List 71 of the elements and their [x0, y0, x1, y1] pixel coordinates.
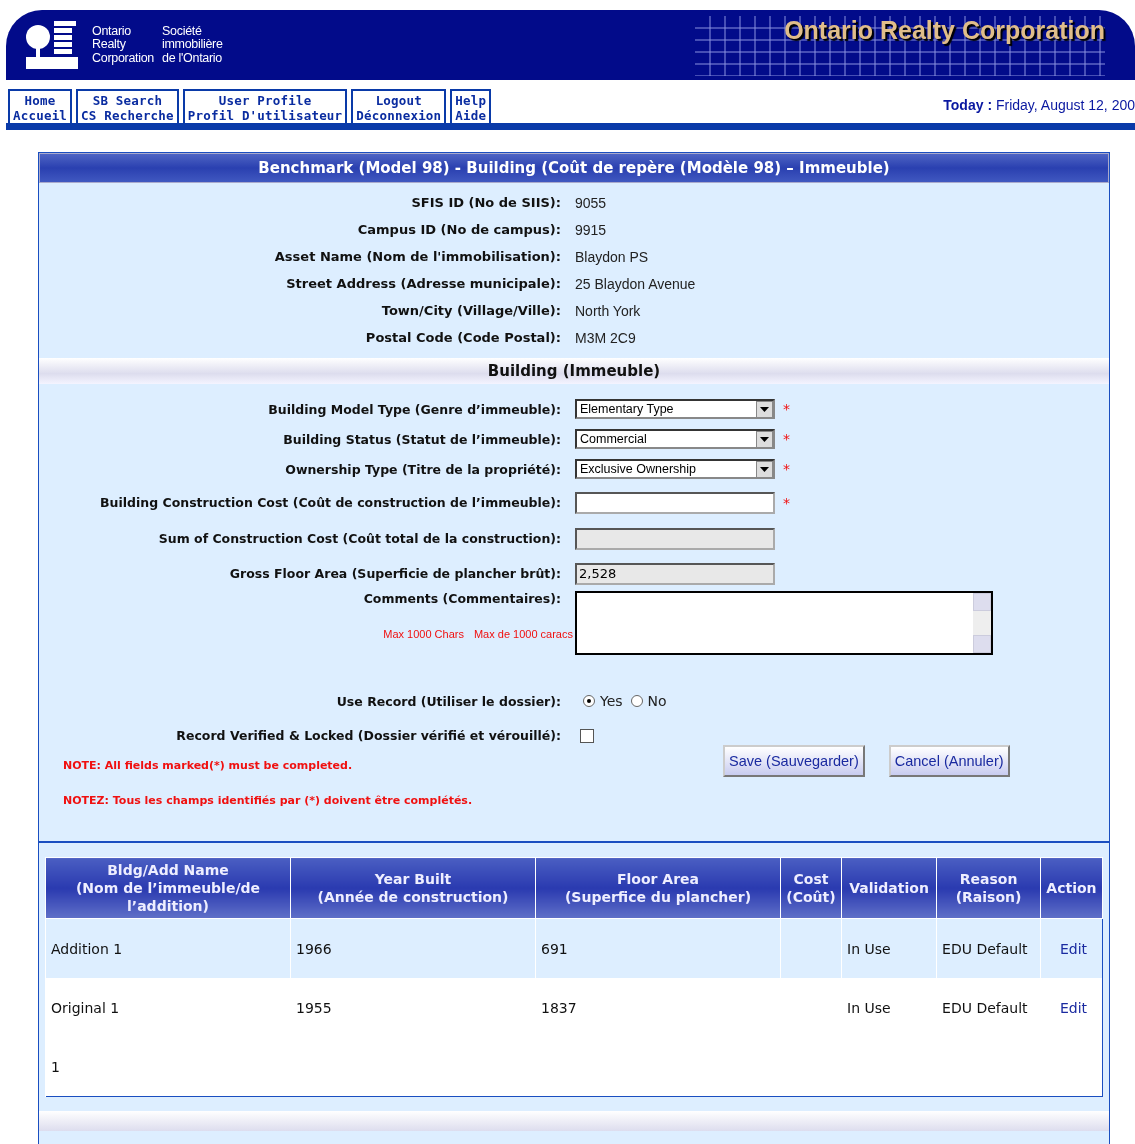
- table-cell: 1837: [541, 999, 577, 1016]
- logo-text-english: Ontario Realty Corporation: [92, 24, 154, 66]
- column-header: Reason (Raison): [936, 857, 1041, 919]
- logo-text-french: Société immobilière de l'Ontario: [162, 24, 223, 66]
- input-field[interactable]: [575, 527, 775, 550]
- comments-field[interactable]: [575, 591, 993, 655]
- hint-text: Max de 1000 caracs: [473, 628, 573, 640]
- field-label: SFIS ID (No de SIIS):: [410, 195, 561, 211]
- field-value: 9915: [575, 222, 608, 238]
- field-label: Sum of Construction Cost (Coût total de la construction):: [158, 531, 561, 546]
- hint-text: Max 1000 Chars: [383, 628, 464, 640]
- table-cell: In Use: [847, 940, 891, 957]
- panel-title: Benchmark (Model 98) - Building (Coût de repère (Modèle 98) – Immeuble): [39, 153, 1109, 183]
- radio-option[interactable]: No: [630, 693, 667, 709]
- field-label: Campus ID (No de campus):: [356, 222, 561, 238]
- field-label: Building Status (Statut de l’immeuble):: [283, 431, 561, 447]
- table-cell: EDU Default: [942, 940, 1028, 957]
- field-value: Blaydon PS: [575, 249, 650, 265]
- field-label: Gross Floor Area (Superficie de plancher brût):: [229, 566, 561, 581]
- column-header: Validation: [841, 857, 937, 919]
- column-header: Year Built (Année de construction): [290, 857, 536, 919]
- cancel-button[interactable]: Cancel (Annuler): [888, 745, 1010, 777]
- table-cell: Addition 1: [51, 940, 123, 957]
- today-label: Today :: [943, 97, 993, 113]
- field-value: North York: [575, 303, 642, 319]
- section-title: Building (Immeuble): [39, 358, 1109, 384]
- field-label: Comments (Commentaires):: [363, 591, 561, 606]
- checkbox[interactable]: [580, 729, 594, 743]
- field-label: Use Record (Utiliser le dossier):: [336, 694, 561, 709]
- save-button[interactable]: Save (Sauvegarder): [723, 745, 865, 777]
- required-marker: *: [783, 431, 790, 447]
- field-label: Street Address (Adresse municipale):: [285, 276, 561, 292]
- column-header: Floor Area (Superfice du plancher): [535, 857, 781, 919]
- required-marker: *: [783, 461, 790, 477]
- dropdown[interactable]: Commercial: [575, 429, 775, 449]
- edit-link[interactable]: Edit: [1059, 940, 1088, 957]
- input-field[interactable]: [575, 491, 775, 514]
- table-cell: Original 1: [51, 999, 120, 1016]
- field-label: Postal Code (Code Postal):: [364, 330, 561, 346]
- logo-icon: [24, 19, 80, 71]
- table-cell: EDU Default: [942, 999, 1028, 1016]
- field-value: M3M 2C9: [575, 330, 637, 346]
- table-cell: 1966: [296, 940, 332, 957]
- field-label: Town/City (Village/Ville):: [380, 303, 561, 319]
- table-cell: 691: [541, 940, 568, 957]
- radio-button[interactable]: [630, 695, 643, 707]
- field-label: Asset Name (Nom de l'immobilisation):: [273, 249, 561, 265]
- dropdown[interactable]: Exclusive Ownership: [575, 459, 775, 479]
- radio-option[interactable]: Yes: [583, 693, 623, 709]
- note-text: NOTE: All fields marked(*) must be completed.: [63, 759, 354, 772]
- column-header: Cost (Coût): [780, 857, 842, 919]
- required-marker: *: [783, 401, 790, 417]
- page-number: 1: [51, 1058, 60, 1075]
- table-cell: 1955: [296, 999, 332, 1016]
- field-value: 9055: [575, 195, 608, 211]
- radio-button[interactable]: [583, 695, 595, 707]
- banner-title: Ontario Realty Corporation: [784, 16, 1105, 45]
- column-header: Action: [1040, 857, 1103, 919]
- table-cell: In Use: [847, 999, 891, 1016]
- note-text: NOTEZ: Tous les champs identifiés par (*) doivent être complétés.: [63, 794, 474, 807]
- today-date: Friday, August 12, 200: [995, 97, 1135, 113]
- field-label: Building Model Type (Genre d’immeuble):: [268, 401, 561, 417]
- dropdown[interactable]: Elementary Type: [575, 399, 775, 419]
- required-marker: *: [783, 494, 790, 511]
- input-field[interactable]: 2,528: [575, 562, 775, 585]
- field-label: Ownership Type (Titre de la propriété):: [285, 461, 561, 477]
- field-value: 25 Blaydon Avenue: [575, 276, 697, 292]
- edit-link[interactable]: Edit: [1059, 999, 1088, 1016]
- column-header: Bldg/Add Name (Nom de l’immeuble/de l’addition): [45, 857, 291, 919]
- field-label: Record Verified & Locked (Dossier vérifié et vérouillé):: [176, 728, 561, 743]
- field-label: Building Construction Cost (Coût de construction de l’immeuble):: [100, 495, 561, 510]
